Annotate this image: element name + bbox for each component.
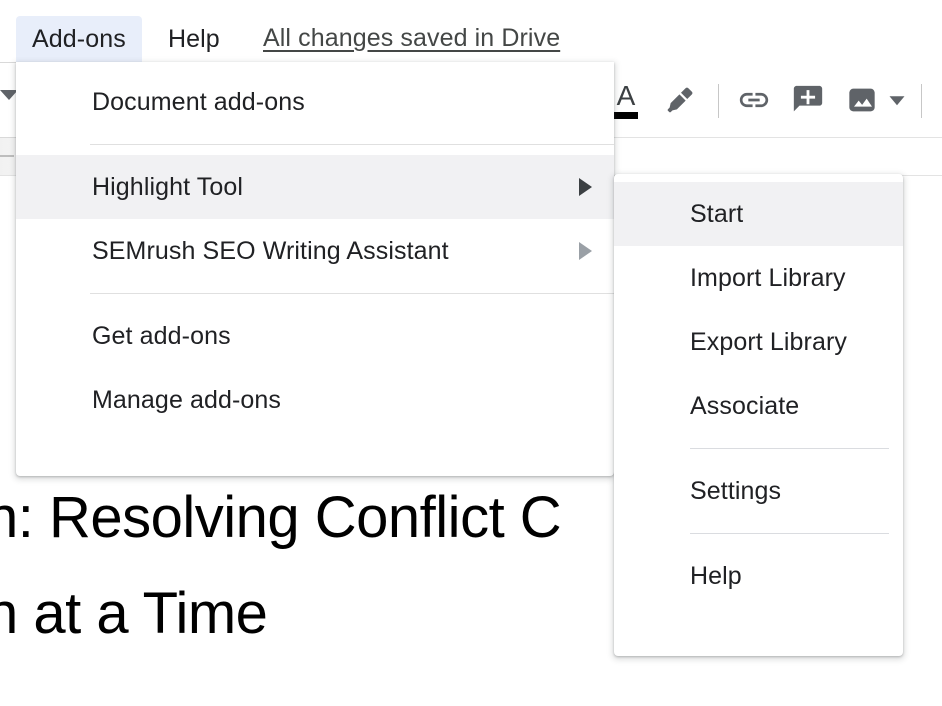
menu-separator xyxy=(90,293,614,294)
menu-bar: Add-ons Help All changes saved in Drive xyxy=(0,0,942,62)
addons-menu-item[interactable]: Get add-ons xyxy=(16,304,614,368)
highlight-color-button[interactable] xyxy=(658,78,702,122)
menu-item-help-label: Help xyxy=(168,24,220,53)
highlight-tool-submenu-item[interactable]: Associate xyxy=(614,374,903,438)
chevron-down-icon xyxy=(889,96,905,106)
highlight-tool-submenu-item-label: Help xyxy=(690,561,742,590)
document-title-line-1: n: Resolving Conflict C xyxy=(0,485,562,550)
menu-item-addons-label: Add-ons xyxy=(32,24,126,53)
highlight-tool-submenu-item[interactable]: Settings xyxy=(614,459,903,523)
google-docs-window: n: Resolving Conflict C n at a Time A Ad… xyxy=(0,0,942,706)
save-status-link[interactable]: All changes saved in Drive xyxy=(263,24,560,53)
insert-image-icon xyxy=(849,88,875,112)
document-title-text: n: Resolving Conflict C n at a Time xyxy=(0,470,562,662)
addons-menu-item-label: Manage add-ons xyxy=(92,385,282,414)
add-comment-button[interactable] xyxy=(786,78,830,122)
document-title-line-2: n at a Time xyxy=(0,581,268,646)
highlight-tool-submenu-item[interactable]: Export Library xyxy=(614,310,903,374)
text-color-glyph: A xyxy=(616,80,636,111)
menu-separator xyxy=(90,144,614,145)
insert-image-dropdown-button[interactable] xyxy=(882,78,912,122)
addons-menu-item-label: Document add-ons xyxy=(92,87,305,116)
highlight-tool-submenu-item[interactable]: Import Library xyxy=(614,246,903,310)
addons-menu-item[interactable]: SEMrush SEO Writing Assistant xyxy=(16,219,614,283)
addons-menu-item[interactable]: Document add-ons xyxy=(16,70,614,134)
insert-link-icon xyxy=(739,92,769,108)
menu-item-help[interactable]: Help xyxy=(152,16,236,62)
submenu-separator xyxy=(690,448,889,449)
toolbar-separator-1 xyxy=(718,84,719,118)
highlight-tool-submenu-item-label: Associate xyxy=(690,391,800,420)
chevron-right-icon xyxy=(579,242,592,260)
text-color-icon: A xyxy=(611,80,641,119)
highlight-tool-submenu-item-label: Start xyxy=(690,199,744,228)
menu-item-addons[interactable]: Add-ons xyxy=(16,16,142,62)
highlight-pen-icon xyxy=(667,87,693,113)
highlight-tool-submenu: Start Import Library Export Library Associa… xyxy=(614,174,903,656)
insert-image-button[interactable] xyxy=(840,78,884,122)
addons-menu-item-label: SEMrush SEO Writing Assistant xyxy=(92,236,449,265)
highlight-tool-submenu-item[interactable]: Start xyxy=(614,182,903,246)
submenu-separator xyxy=(690,533,889,534)
toolbar-separator-2 xyxy=(921,84,922,118)
addons-menu-item[interactable]: Manage add-ons xyxy=(16,368,614,432)
highlight-tool-submenu-item-label: Export Library xyxy=(690,327,848,356)
add-comment-icon xyxy=(793,85,823,112)
text-color-swatch xyxy=(614,112,638,119)
addons-dropdown-menu: Document add-ons Highlight Tool SEMrush SE… xyxy=(16,62,614,476)
highlight-tool-submenu-item[interactable]: Help xyxy=(614,544,903,608)
highlight-tool-submenu-item-label: Import Library xyxy=(690,263,846,292)
insert-link-button[interactable] xyxy=(732,78,776,122)
chevron-right-icon xyxy=(579,178,592,196)
addons-menu-item-label: Highlight Tool xyxy=(92,172,244,201)
addons-menu-item-label: Get add-ons xyxy=(92,321,231,350)
highlight-tool-submenu-item-label: Settings xyxy=(690,476,782,505)
addons-menu-item[interactable]: Highlight Tool xyxy=(16,155,614,219)
